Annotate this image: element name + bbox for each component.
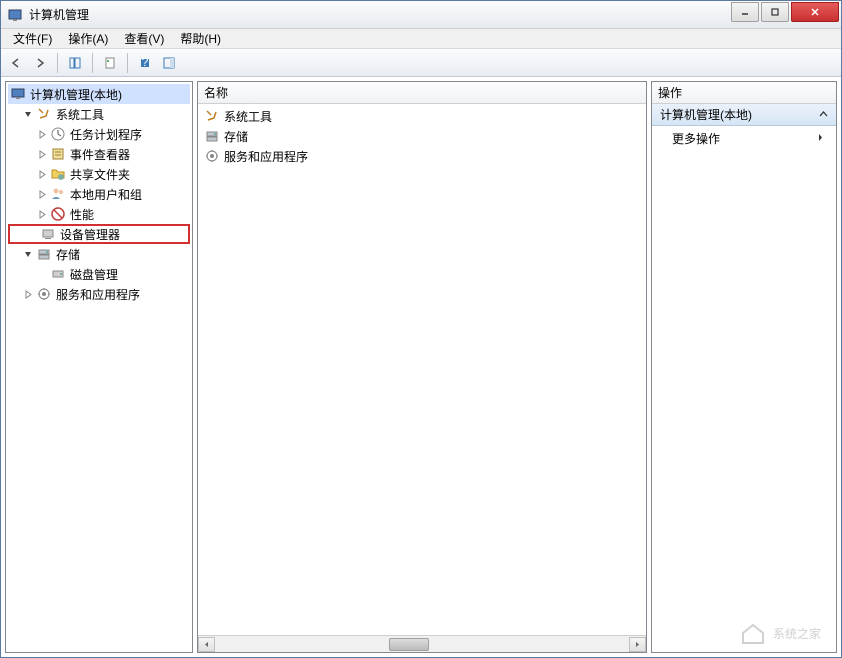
tree-label: 事件查看器 xyxy=(70,146,130,163)
tree-label: 存储 xyxy=(56,246,80,263)
tree-shared-folders[interactable]: 共享文件夹 xyxy=(8,164,190,184)
list-item-label: 服务和应用程序 xyxy=(224,148,308,165)
tree-task-scheduler[interactable]: 任务计划程序 xyxy=(8,124,190,144)
tree-label: 性能 xyxy=(70,206,94,223)
svg-text:?: ? xyxy=(142,56,149,69)
disk-icon xyxy=(50,266,66,282)
minimize-button[interactable] xyxy=(731,2,759,22)
properties-button[interactable] xyxy=(99,52,121,74)
tree-label: 系统工具 xyxy=(56,106,104,123)
help-button[interactable]: ? xyxy=(134,52,156,74)
collapse-icon[interactable] xyxy=(22,248,34,260)
tree-label: 设备管理器 xyxy=(60,226,120,243)
expand-icon[interactable] xyxy=(36,128,48,140)
close-button[interactable] xyxy=(791,2,839,22)
actions-header: 操作 xyxy=(652,82,836,104)
toolbar-separator xyxy=(127,53,128,73)
list-item-label: 系统工具 xyxy=(224,108,272,125)
window-frame: 计算机管理 文件(F) 操作(A) 查看(V) 帮助(H) ? 计算机管理(本地… xyxy=(0,0,842,658)
performance-icon xyxy=(50,206,66,222)
expand-icon[interactable] xyxy=(22,288,34,300)
tree-label: 本地用户和组 xyxy=(70,186,142,203)
list-body[interactable]: 系统工具 存储 服务和应用程序 xyxy=(198,104,646,635)
shared-folder-icon xyxy=(50,166,66,182)
tree-services-apps[interactable]: 服务和应用程序 xyxy=(8,284,190,304)
services-icon xyxy=(36,286,52,302)
menu-action[interactable]: 操作(A) xyxy=(60,28,116,49)
titlebar: 计算机管理 xyxy=(1,1,841,29)
list-item-label: 存储 xyxy=(224,128,248,145)
tree-panel[interactable]: 计算机管理(本地) 系统工具 任务计划程序 事件查看器 共享文件夹 xyxy=(5,81,193,653)
expand-icon[interactable] xyxy=(36,148,48,160)
clock-icon xyxy=(50,126,66,142)
menu-view[interactable]: 查看(V) xyxy=(116,28,172,49)
column-name: 名称 xyxy=(204,84,228,101)
tree-label: 共享文件夹 xyxy=(70,166,130,183)
actions-section[interactable]: 计算机管理(本地) xyxy=(652,104,836,126)
window-title: 计算机管理 xyxy=(29,6,729,23)
tree-root[interactable]: 计算机管理(本地) xyxy=(8,84,190,104)
list-item[interactable]: 系统工具 xyxy=(200,106,644,126)
tools-icon xyxy=(204,108,220,124)
storage-icon xyxy=(204,128,220,144)
computer-icon xyxy=(10,86,26,102)
expand-icon[interactable] xyxy=(36,188,48,200)
list-item[interactable]: 存储 xyxy=(200,126,644,146)
window-controls xyxy=(729,2,839,22)
users-icon xyxy=(50,186,66,202)
menu-file[interactable]: 文件(F) xyxy=(5,28,60,49)
list-header[interactable]: 名称 xyxy=(198,82,646,104)
expand-icon[interactable] xyxy=(36,208,48,220)
tree-label: 计算机管理(本地) xyxy=(30,86,122,103)
list-panel: 名称 系统工具 存储 服务和应用程序 xyxy=(197,81,647,653)
tree-device-manager[interactable]: 设备管理器 xyxy=(8,224,190,244)
maximize-button[interactable] xyxy=(761,2,789,22)
menu-help[interactable]: 帮助(H) xyxy=(172,28,229,49)
actions-header-label: 操作 xyxy=(658,84,682,101)
toolbar: ? xyxy=(1,49,841,77)
collapse-arrow-icon xyxy=(819,108,828,122)
tree-label: 服务和应用程序 xyxy=(56,286,140,303)
action-pane-button[interactable] xyxy=(158,52,180,74)
scroll-left-button[interactable] xyxy=(198,637,215,652)
actions-panel: 操作 计算机管理(本地) 更多操作 xyxy=(651,81,837,653)
storage-icon xyxy=(36,246,52,262)
toolbar-separator xyxy=(57,53,58,73)
actions-more[interactable]: 更多操作 xyxy=(652,126,836,150)
tree-local-users-groups[interactable]: 本地用户和组 xyxy=(8,184,190,204)
menubar: 文件(F) 操作(A) 查看(V) 帮助(H) xyxy=(1,29,841,49)
collapse-icon[interactable] xyxy=(22,108,34,120)
tree-performance[interactable]: 性能 xyxy=(8,204,190,224)
tree-disk-management[interactable]: 磁盘管理 xyxy=(8,264,190,284)
scroll-track[interactable] xyxy=(215,637,629,652)
expand-icon[interactable] xyxy=(36,168,48,180)
submenu-arrow-icon xyxy=(817,131,824,145)
toolbar-separator xyxy=(92,53,93,73)
app-icon xyxy=(7,7,23,23)
event-icon xyxy=(50,146,66,162)
content-area: 计算机管理(本地) 系统工具 任务计划程序 事件查看器 共享文件夹 xyxy=(1,77,841,657)
tree-event-viewer[interactable]: 事件查看器 xyxy=(8,144,190,164)
tree-storage[interactable]: 存储 xyxy=(8,244,190,264)
horizontal-scrollbar[interactable] xyxy=(198,635,646,652)
tools-icon xyxy=(36,106,52,122)
tree-system-tools[interactable]: 系统工具 xyxy=(8,104,190,124)
back-button[interactable] xyxy=(5,52,27,74)
scroll-thumb[interactable] xyxy=(389,638,429,651)
forward-button[interactable] xyxy=(29,52,51,74)
list-item[interactable]: 服务和应用程序 xyxy=(200,146,644,166)
tree-label: 磁盘管理 xyxy=(70,266,118,283)
services-icon xyxy=(204,148,220,164)
device-manager-icon xyxy=(40,226,56,242)
actions-item-label: 更多操作 xyxy=(672,130,720,147)
actions-section-title: 计算机管理(本地) xyxy=(660,106,752,123)
scroll-right-button[interactable] xyxy=(629,637,646,652)
tree-label: 任务计划程序 xyxy=(70,126,142,143)
show-hide-tree-button[interactable] xyxy=(64,52,86,74)
